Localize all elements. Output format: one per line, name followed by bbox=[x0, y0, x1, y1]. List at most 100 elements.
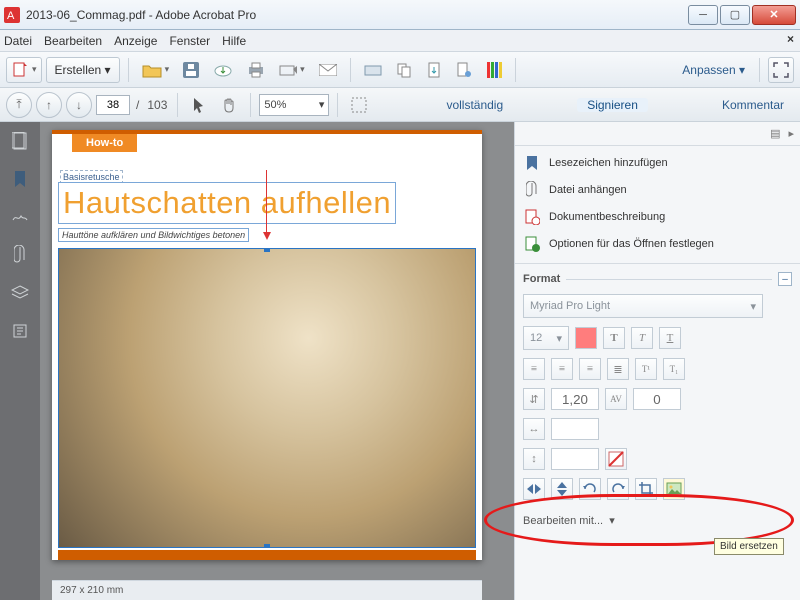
no-fill-icon[interactable] bbox=[605, 448, 627, 470]
doc-description-icon bbox=[523, 208, 541, 226]
bookmarks-panel-icon[interactable] bbox=[9, 168, 31, 190]
format-heading: Format bbox=[523, 273, 560, 285]
scale-h-icon: ↔ bbox=[523, 418, 545, 440]
menu-bearbeiten[interactable]: Bearbeiten bbox=[44, 34, 102, 48]
toolbar-nav: ⤒ ↑ ↓ / 103 50%▾ vollständig Signieren K… bbox=[0, 88, 800, 122]
zoom-select[interactable]: 50%▾ bbox=[259, 94, 329, 116]
layers-panel-icon[interactable] bbox=[9, 282, 31, 304]
menu-bar: Datei Bearbeiten Anzeige Fenster Hilfe × bbox=[0, 30, 800, 52]
link-signieren[interactable]: Signieren bbox=[577, 98, 648, 112]
cloud-icon[interactable] bbox=[208, 57, 238, 83]
close-button[interactable]: ✕ bbox=[752, 5, 796, 25]
paperclip-icon bbox=[523, 181, 541, 199]
scale-h-input[interactable] bbox=[551, 418, 599, 440]
export-icon[interactable] bbox=[421, 57, 447, 83]
annotation-arrow bbox=[266, 170, 267, 238]
bookmark-icon bbox=[523, 154, 541, 172]
print-icon[interactable] bbox=[242, 57, 270, 83]
page-total: 103 bbox=[147, 98, 167, 112]
replace-image-button[interactable] bbox=[663, 478, 685, 500]
resize-handle-bottom[interactable] bbox=[264, 544, 270, 548]
panel-menu-icon[interactable]: ▤ bbox=[770, 127, 780, 140]
document-close-icon[interactable]: × bbox=[787, 32, 794, 46]
menu-datei[interactable]: Datei bbox=[4, 34, 32, 48]
kerning-input[interactable] bbox=[633, 388, 681, 410]
line-height-input[interactable] bbox=[551, 388, 599, 410]
first-page-button[interactable]: ⤒ bbox=[6, 92, 32, 118]
left-nav-bar bbox=[0, 122, 40, 600]
font-family-select[interactable]: Myriad Pro Light▾ bbox=[523, 294, 763, 318]
rotate-cw-button[interactable] bbox=[607, 478, 629, 500]
pages-panel-icon[interactable] bbox=[9, 130, 31, 152]
page-headline[interactable]: Hautschatten aufhellen bbox=[58, 182, 396, 224]
window-controls: ─ ▢ ✕ bbox=[688, 5, 796, 25]
color-bars-icon[interactable] bbox=[481, 57, 507, 83]
select-tool-icon[interactable] bbox=[186, 92, 212, 118]
panel-options-icon[interactable]: ▸ bbox=[788, 127, 794, 140]
font-size-select[interactable]: 12▾ bbox=[523, 326, 569, 350]
align-left-button[interactable]: ≡ bbox=[523, 358, 545, 380]
attachments-panel-icon[interactable] bbox=[9, 244, 31, 266]
baseline-icon: ↕ bbox=[523, 448, 545, 470]
open-options-icon bbox=[523, 235, 541, 253]
crop-button[interactable] bbox=[635, 478, 657, 500]
svg-text:A: A bbox=[7, 10, 15, 22]
format-collapse-button[interactable]: – bbox=[778, 272, 792, 286]
open-icon[interactable] bbox=[137, 57, 175, 83]
flip-vertical-button[interactable] bbox=[551, 478, 573, 500]
window-titlebar: A 2013-06_Commag.pdf - Adobe Acrobat Pro… bbox=[0, 0, 800, 30]
fullscreen-icon[interactable] bbox=[768, 57, 794, 83]
action-attach-file[interactable]: Datei anhängen bbox=[523, 181, 792, 199]
howto-badge: How-to bbox=[72, 134, 137, 152]
anpassen-button[interactable]: Anpassen ▾ bbox=[676, 63, 751, 77]
erstellen-button[interactable]: Erstellen ▾ bbox=[46, 57, 120, 83]
kerning-icon: AV bbox=[605, 388, 627, 410]
create-pdf-button[interactable] bbox=[6, 57, 42, 83]
align-right-button[interactable]: ≡ bbox=[579, 358, 601, 380]
action-doc-description[interactable]: Dokumentbeschreibung bbox=[523, 208, 792, 226]
tags-panel-icon[interactable] bbox=[9, 320, 31, 342]
flip-horizontal-button[interactable] bbox=[523, 478, 545, 500]
bold-button[interactable]: T bbox=[603, 327, 625, 349]
tooltip: Bild ersetzen bbox=[714, 538, 784, 555]
maximize-button[interactable]: ▢ bbox=[720, 5, 750, 25]
action-open-options[interactable]: Optionen für das Öffnen festlegen bbox=[523, 235, 792, 253]
align-justify-button[interactable]: ≣ bbox=[607, 358, 629, 380]
minimize-button[interactable]: ─ bbox=[688, 5, 718, 25]
text-color-swatch[interactable] bbox=[575, 327, 597, 349]
menu-anzeige[interactable]: Anzeige bbox=[114, 34, 157, 48]
edit-with-dropdown[interactable]: Bearbeiten mit... ▾ bbox=[515, 508, 800, 533]
marquee-zoom-icon[interactable] bbox=[346, 92, 372, 118]
line-spacing-icon: ⇵ bbox=[523, 388, 545, 410]
link-vollstaendig[interactable]: vollständig bbox=[436, 98, 513, 112]
prev-page-button[interactable]: ↑ bbox=[36, 92, 62, 118]
hand-tool-icon[interactable] bbox=[216, 92, 242, 118]
selected-image[interactable] bbox=[58, 248, 476, 548]
underline-button[interactable]: T bbox=[659, 327, 681, 349]
share-icon[interactable] bbox=[274, 57, 310, 83]
right-panel: ▤ ▸ Lesezeichen hinzufügen Datei anhänge… bbox=[514, 122, 800, 600]
pdf-page: How-to Basisretusche Hautschatten aufhel… bbox=[52, 130, 482, 560]
baseline-input[interactable] bbox=[551, 448, 599, 470]
link-kommentar[interactable]: Kommentar bbox=[712, 98, 794, 112]
combine-icon[interactable] bbox=[391, 57, 417, 83]
resize-handle-top[interactable] bbox=[264, 248, 270, 252]
subscript-button[interactable]: T₁ bbox=[663, 358, 685, 380]
rotate-ccw-button[interactable] bbox=[579, 478, 601, 500]
app-icon: A bbox=[4, 7, 20, 23]
menu-fenster[interactable]: Fenster bbox=[169, 34, 210, 48]
superscript-button[interactable]: T¹ bbox=[635, 358, 657, 380]
edit-icon[interactable] bbox=[451, 57, 477, 83]
menu-hilfe[interactable]: Hilfe bbox=[222, 34, 246, 48]
next-page-button[interactable]: ↓ bbox=[66, 92, 92, 118]
align-center-button[interactable]: ≡ bbox=[551, 358, 573, 380]
signatures-panel-icon[interactable] bbox=[9, 206, 31, 228]
action-add-bookmark[interactable]: Lesezeichen hinzufügen bbox=[523, 154, 792, 172]
save-icon[interactable] bbox=[178, 57, 204, 83]
italic-button[interactable]: T bbox=[631, 327, 653, 349]
page-number-input[interactable] bbox=[96, 95, 130, 115]
document-viewport[interactable]: How-to Basisretusche Hautschatten aufhel… bbox=[40, 122, 514, 600]
scan-icon[interactable] bbox=[359, 57, 387, 83]
mail-icon[interactable] bbox=[314, 57, 342, 83]
window-title: 2013-06_Commag.pdf - Adobe Acrobat Pro bbox=[26, 8, 688, 22]
